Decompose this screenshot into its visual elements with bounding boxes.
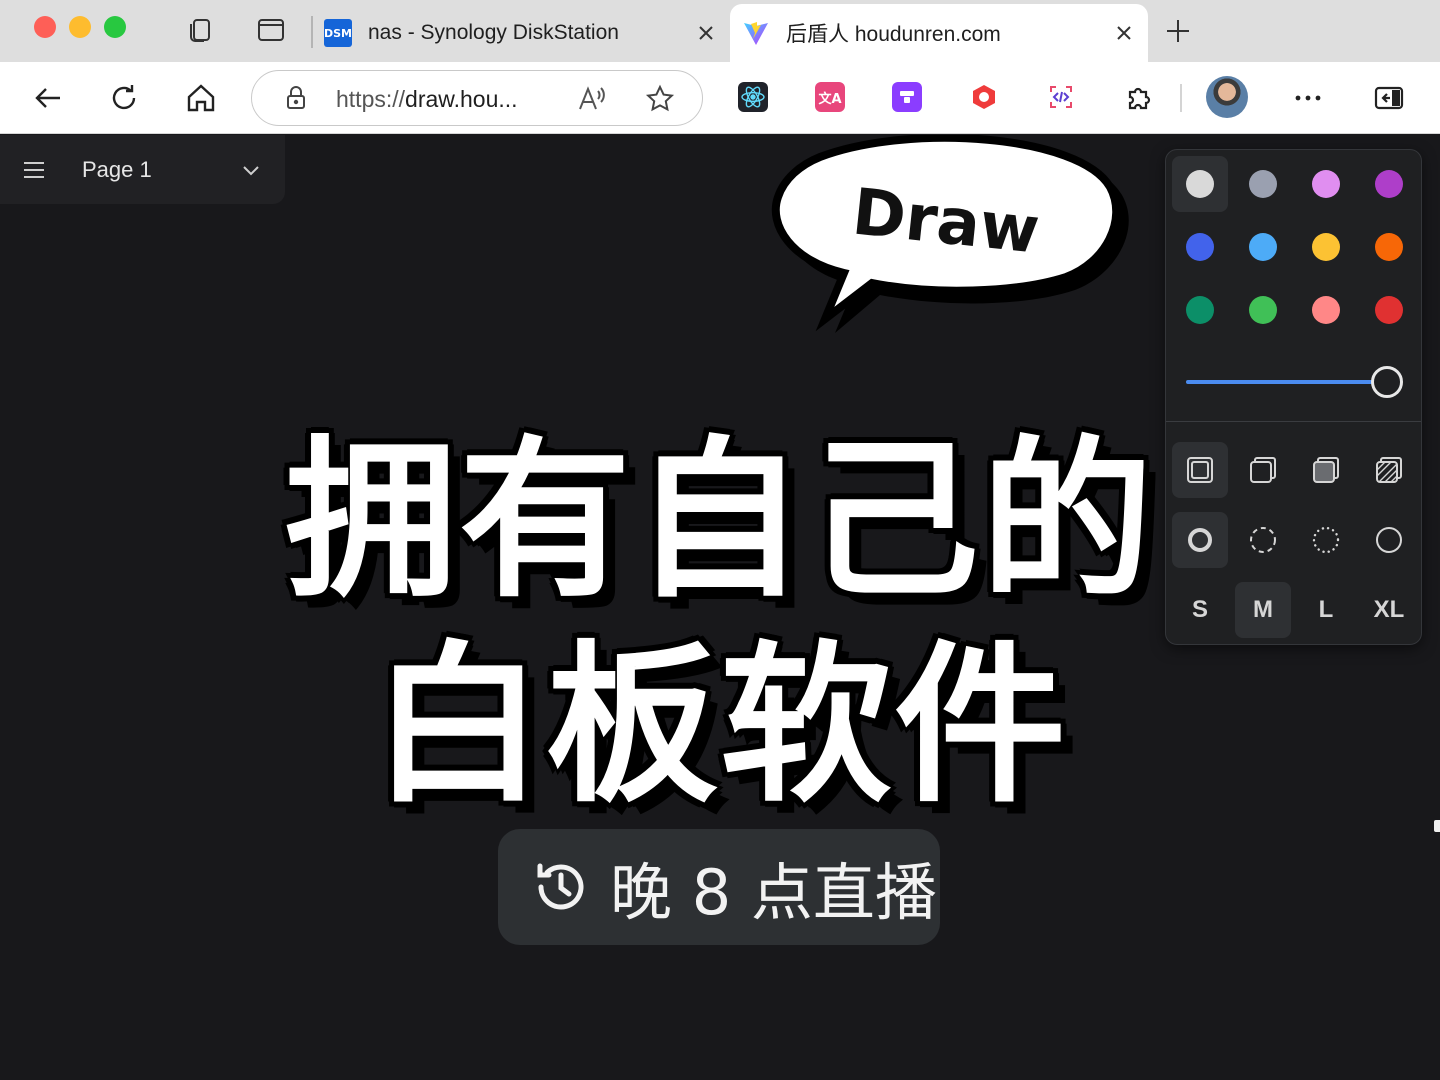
fill-solid-icon (1313, 457, 1339, 483)
color-swatch[interactable] (1361, 156, 1417, 212)
dash-solid-option[interactable] (1361, 512, 1417, 568)
menu-icon[interactable] (22, 158, 46, 182)
profile-avatar[interactable] (1206, 76, 1248, 118)
react-devtools-icon[interactable] (738, 82, 768, 112)
url-text[interactable]: https://draw.hou... (336, 86, 518, 113)
dash-dashed-icon (1250, 527, 1276, 553)
browser-tab-strip: DSM nas - Synology DiskStation 后盾人 houdu… (0, 0, 1440, 62)
color-dot (1249, 170, 1277, 198)
extensions-puzzle-icon[interactable] (1121, 80, 1157, 116)
live-schedule-badge: 晚 8 点直播 (498, 829, 940, 945)
translate-icon[interactable]: 文A (815, 82, 845, 112)
color-swatch[interactable] (1361, 219, 1417, 275)
size-xl-label: XL (1373, 596, 1405, 623)
fill-pattern-option[interactable] (1361, 442, 1417, 498)
fill-none-icon (1187, 457, 1213, 483)
vite-icon (744, 22, 768, 45)
fill-none-option[interactable] (1172, 442, 1228, 498)
extension-red-icon[interactable] (969, 82, 999, 112)
browser-toolbar: https://draw.hou... 文A (0, 62, 1440, 134)
back-icon[interactable] (30, 80, 66, 116)
live-text: 晚 8 点直播 (610, 856, 937, 929)
url-scheme: https:// (336, 86, 406, 112)
close-tab-icon[interactable] (690, 17, 722, 49)
color-dot (1312, 233, 1340, 261)
history-clock-icon (537, 863, 584, 910)
minimize-window-button[interactable] (69, 16, 91, 38)
size-l-label: L (1318, 596, 1334, 623)
color-swatch[interactable] (1361, 282, 1417, 338)
address-bar[interactable]: https://draw.hou... (251, 70, 703, 126)
dash-draw-option[interactable] (1172, 512, 1228, 568)
dash-dashed-option[interactable] (1235, 512, 1291, 568)
dash-solid-icon (1376, 527, 1402, 553)
fill-semi-icon (1250, 457, 1276, 483)
opacity-slider-thumb[interactable] (1371, 366, 1403, 398)
color-dot (1186, 170, 1214, 198)
fill-solid-option[interactable] (1298, 442, 1354, 498)
page-menu[interactable]: Page 1 (0, 135, 285, 204)
color-dot (1312, 170, 1340, 198)
dsm-favicon-icon: DSM (324, 19, 352, 47)
sidebar-icon[interactable] (1371, 80, 1407, 116)
favorite-star-icon[interactable] (644, 83, 676, 115)
more-icon[interactable] (1290, 80, 1326, 116)
color-swatch[interactable] (1298, 282, 1354, 338)
chevron-down-icon[interactable] (241, 160, 261, 180)
tab-houdunren[interactable]: 后盾人 houdunren.com (730, 4, 1148, 62)
scrollbar-handle[interactable] (1434, 820, 1440, 832)
color-swatch[interactable] (1235, 156, 1291, 212)
tab-synology[interactable]: DSM nas - Synology DiskStation (312, 4, 730, 62)
size-s-label: S (1191, 596, 1208, 623)
color-swatch[interactable] (1298, 156, 1354, 212)
size-xl-button[interactable]: XL (1361, 582, 1417, 638)
zoom-window-button[interactable] (104, 16, 126, 38)
color-dot (1312, 296, 1340, 324)
extension-purple-icon[interactable] (892, 82, 922, 112)
color-dot (1186, 296, 1214, 324)
tab-title: 后盾人 houdunren.com (786, 23, 1001, 46)
close-tab-icon[interactable] (1108, 17, 1140, 49)
style-panel: S M L XL (1165, 149, 1422, 645)
dev-tools-icon[interactable] (1046, 82, 1076, 112)
tab-title: nas - Synology DiskStation (368, 21, 619, 44)
whiteboard-canvas[interactable]: Page 1 Draw 拥有自己的 白板软件 晚 8 点直播 S M L XL (0, 135, 1440, 1080)
color-swatch[interactable] (1172, 282, 1228, 338)
page-name: Page 1 (82, 156, 152, 182)
color-dot (1375, 233, 1403, 261)
color-dot (1249, 233, 1277, 261)
close-window-button[interactable] (34, 16, 56, 38)
workspaces-icon[interactable] (185, 14, 217, 46)
fill-semi-option[interactable] (1235, 442, 1291, 498)
read-aloud-icon[interactable] (576, 83, 608, 115)
color-swatch[interactable] (1235, 282, 1291, 338)
color-swatch[interactable] (1235, 219, 1291, 275)
color-dot (1249, 296, 1277, 324)
url-host: draw.hou... (405, 86, 518, 112)
home-icon[interactable] (183, 80, 219, 116)
fill-pattern-icon (1376, 457, 1402, 483)
size-m-button[interactable]: M (1235, 582, 1291, 638)
panel-divider (1166, 421, 1421, 422)
color-swatch[interactable] (1298, 219, 1354, 275)
color-swatch[interactable] (1172, 219, 1228, 275)
lock-icon[interactable] (282, 84, 310, 112)
dash-dotted-option[interactable] (1298, 512, 1354, 568)
refresh-icon[interactable] (106, 80, 142, 116)
color-dot (1375, 170, 1403, 198)
opacity-slider-track[interactable] (1186, 380, 1386, 384)
size-l-button[interactable]: L (1298, 582, 1354, 638)
color-dot (1375, 296, 1403, 324)
dash-draw-icon (1188, 528, 1212, 552)
vertical-tabs-icon[interactable] (255, 14, 287, 46)
size-s-button[interactable]: S (1172, 582, 1228, 638)
color-swatch[interactable] (1172, 156, 1228, 212)
size-m-label: M (1253, 596, 1273, 623)
speech-bubble: Draw (771, 135, 1129, 333)
new-tab-icon[interactable] (1162, 15, 1194, 47)
toolbar-divider (1180, 84, 1182, 112)
dash-dotted-icon (1312, 526, 1340, 554)
color-dot (1186, 233, 1214, 261)
